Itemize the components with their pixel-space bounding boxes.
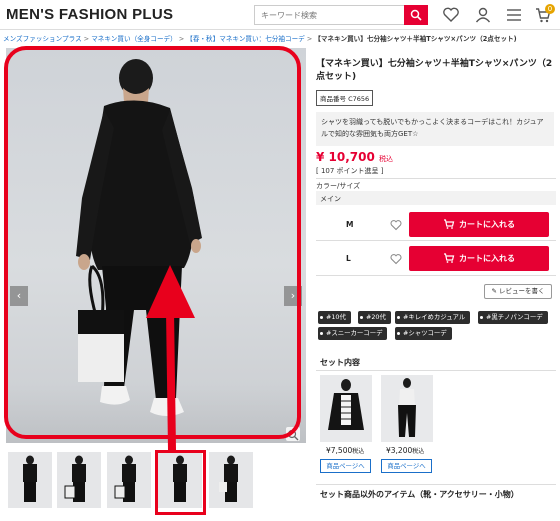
breadcrumb-separator: > (83, 35, 90, 43)
heart-icon[interactable] (442, 6, 460, 24)
thumbnail-image (23, 455, 37, 502)
breadcrumb-separator: > (306, 35, 313, 43)
cart-count-badge: 0 (545, 4, 555, 14)
other-items-title: セット商品以外のアイテム（靴・アクセサリー・小物） (320, 490, 519, 499)
site-header: MEN'S FASHION PLUS 0 (0, 0, 560, 30)
hashtag-link[interactable]: #キレイめカジュアル (395, 311, 471, 324)
cart-plus-icon (444, 218, 455, 229)
color-row (316, 191, 556, 205)
gallery-thumbnail[interactable] (8, 452, 52, 508)
thumbnail-image (114, 455, 136, 502)
thumbnail-image (173, 455, 187, 502)
shirt-image (328, 379, 364, 430)
divider (316, 484, 556, 485)
size-label: L (346, 254, 351, 263)
add-to-cart-button[interactable]: カートに入れる (409, 246, 549, 271)
thumbnail-image (64, 455, 86, 502)
pants-image (398, 378, 416, 437)
set-item-tax: 税込 (352, 448, 365, 455)
hashtag-link[interactable]: #シャツコーデ (395, 327, 452, 340)
hashtag-link[interactable]: #20代 (358, 311, 391, 324)
search-icon (410, 9, 422, 21)
hashtag-link[interactable]: #スニーカーコーデ (318, 327, 388, 340)
hashtag-link[interactable]: #黒チノパンコーデ (478, 311, 548, 324)
divider (316, 275, 556, 276)
product-page-link[interactable]: 商品ページへ (381, 459, 432, 473)
menu-icon[interactable] (505, 6, 523, 24)
product-page-link[interactable]: 商品ページへ (320, 459, 371, 473)
divider (316, 370, 556, 371)
set-item-image[interactable] (381, 375, 433, 442)
color-size-label: カラー/サイズ (316, 182, 361, 190)
breadcrumb-separator: > (178, 35, 185, 43)
set-contents-title: セット内容 (320, 358, 360, 367)
set-item-price: ¥3,200税込 (386, 446, 424, 455)
set-item-price-value: ¥7,500 (326, 446, 353, 455)
add-to-cart-button[interactable]: カートに入れる (409, 212, 549, 237)
search-button[interactable] (404, 5, 428, 25)
size-label: M (346, 220, 354, 229)
image-next-button[interactable]: › (284, 286, 302, 306)
divider (316, 240, 556, 241)
favorite-heart-icon[interactable] (390, 219, 402, 231)
set-item-image[interactable] (320, 375, 372, 442)
add-to-cart-label: カートに入れる (459, 254, 515, 263)
breadcrumb-link[interactable]: 【春・秋】マネキン買い：七分袖コーデ (186, 35, 305, 43)
search-input[interactable] (254, 5, 404, 25)
site-logo[interactable]: MEN'S FASHION PLUS (6, 6, 173, 23)
cart-plus-icon (444, 252, 455, 263)
write-review-button[interactable]: ✎ レビューを書く (484, 284, 552, 299)
gallery-thumbnail-selected[interactable] (158, 452, 202, 508)
hashtag-link[interactable]: #10代 (318, 311, 351, 324)
zoom-icon[interactable] (286, 427, 300, 441)
pencil-icon: ✎ (491, 287, 499, 295)
model-figure (76, 59, 202, 416)
product-code: 商品番号 C7656 (316, 90, 374, 106)
price-value: ¥ 10,700 (316, 150, 375, 164)
set-item-price-value: ¥3,200 (386, 446, 413, 455)
breadcrumb-link[interactable]: マネキン買い（全身コーデ） (91, 35, 177, 43)
product-description: シャツを羽織っても脱いでもかっこよく決まるコーデはこれ！カジュアルで知的な雰囲気… (316, 112, 554, 146)
add-to-cart-label: カートに入れる (459, 220, 515, 229)
gallery-thumbnail[interactable] (57, 452, 101, 508)
color-name: メイン (320, 195, 341, 203)
divider (316, 178, 556, 179)
image-prev-button[interactable]: ‹ (10, 286, 28, 306)
breadcrumb: メンズファッションプラス > マネキン買い（全身コーデ） > 【春・秋】マネキン買い：七… (3, 33, 517, 43)
set-item-tax: 税込 (412, 448, 425, 455)
product-title: 【マネキン買い】七分袖シャツ＋半袖Tシャツ×パンツ（2点セット) (316, 59, 553, 82)
breadcrumb-link[interactable]: メンズファッションプラス (3, 35, 82, 43)
point-info: [ 107 ポイント進呈 ] (316, 167, 384, 175)
thumbnail-image (219, 455, 238, 502)
product-price: ¥ 10,700 税込 (316, 150, 393, 164)
breadcrumb-current: 【マネキン買い】七分袖シャツ＋半袖Tシャツ×パンツ（2点セット) (314, 35, 517, 43)
user-icon[interactable] (474, 6, 492, 24)
main-product-image[interactable]: ‹ › (6, 48, 306, 443)
favorite-heart-icon[interactable] (390, 253, 402, 265)
write-review-label: レビューを書く (499, 287, 545, 295)
price-tax-label: 税込 (379, 155, 394, 163)
gallery-thumbnail[interactable] (209, 452, 253, 508)
set-item-price: ¥7,500税込 (326, 446, 364, 455)
gallery-thumbnail[interactable] (107, 452, 151, 508)
